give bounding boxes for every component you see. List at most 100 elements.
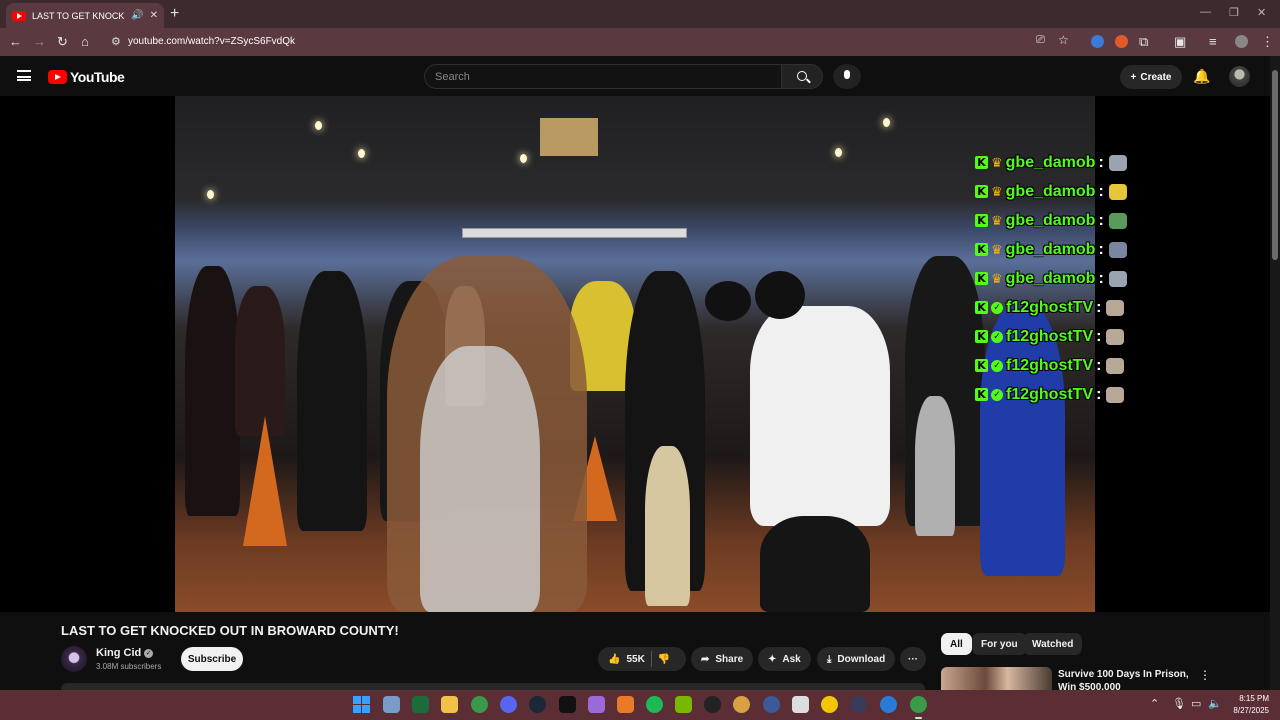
crown-badge-icon: ♛ xyxy=(991,183,1003,199)
excel-icon[interactable] xyxy=(412,696,429,713)
chat-emote-icon xyxy=(1108,212,1127,229)
youtube-favicon-icon xyxy=(12,10,26,21)
browser-tab[interactable]: LAST TO GET KNOCKED OUT IN BROWARD COUNT… xyxy=(6,3,164,28)
github-icon[interactable] xyxy=(704,696,721,713)
video-frame[interactable] xyxy=(175,96,1095,612)
new-tab-icon[interactable]: + xyxy=(170,5,179,23)
browser-alt-icon[interactable] xyxy=(733,696,750,713)
feather-app-icon[interactable] xyxy=(588,696,605,713)
extension-orange-icon[interactable] xyxy=(1115,35,1128,48)
ceiling-light xyxy=(835,148,842,157)
widgets-icon[interactable] xyxy=(383,696,400,713)
maximize-icon[interactable]: ❐ xyxy=(1229,6,1239,19)
chat-message: K ♛ gbe_damob: xyxy=(975,148,1155,177)
kick-badge-icon: K xyxy=(975,301,988,314)
volume-tray-icon[interactable]: 🔈 xyxy=(1208,697,1222,710)
more-actions-button[interactable]: ··· xyxy=(900,647,926,671)
chrome-icon[interactable] xyxy=(471,696,488,713)
chip-for-you[interactable]: For you xyxy=(972,633,1027,655)
search-input[interactable]: Search xyxy=(424,64,782,89)
voice-search-mic-icon[interactable] xyxy=(833,64,861,89)
cast-icon[interactable]: ⎚ xyxy=(1036,34,1045,47)
ask-button[interactable]: ✦ Ask xyxy=(758,647,811,671)
site-info-icon[interactable]: ⚙ xyxy=(111,35,121,48)
account-avatar[interactable] xyxy=(1229,66,1250,87)
chat-separator: : xyxy=(1096,356,1102,374)
reload-icon[interactable]: ↻ xyxy=(57,34,68,50)
taskbar-clock[interactable]: 8:15 PM 8/27/2025 xyxy=(1225,693,1269,717)
chip-watched[interactable]: Watched xyxy=(1023,633,1083,655)
share-button[interactable]: ➦ Share xyxy=(691,647,754,671)
sparkle-icon: ✦ xyxy=(768,653,777,665)
chrome-active-icon[interactable] xyxy=(910,696,927,719)
file-explorer-icon[interactable] xyxy=(441,696,458,713)
microphone-tray-icon[interactable]: 🎙 xyxy=(1172,697,1186,710)
spotify-icon[interactable] xyxy=(646,696,663,713)
profile-avatar-icon[interactable] xyxy=(1235,35,1248,48)
boxing-glove xyxy=(755,271,805,319)
channel-name[interactable]: King Cid ✓ xyxy=(96,647,154,659)
hamburger-menu-icon[interactable] xyxy=(17,70,31,81)
minimize-icon[interactable]: — xyxy=(1200,6,1211,18)
arc-app-icon[interactable] xyxy=(617,696,634,713)
download-button[interactable]: ⤓ Download xyxy=(817,647,896,671)
steam-icon[interactable] xyxy=(529,696,546,713)
windows-start-icon[interactable] xyxy=(353,696,370,713)
vpn-icon[interactable] xyxy=(763,696,780,713)
chat-message: K ♛ gbe_damob: xyxy=(975,177,1155,206)
chip-all[interactable]: All xyxy=(941,633,972,655)
more-vertical-icon[interactable]: ⋮ xyxy=(1199,668,1211,682)
reading-list-icon[interactable]: ≡ xyxy=(1209,34,1217,49)
kick-badge-icon: K xyxy=(975,185,988,198)
crown-badge-icon: ♛ xyxy=(991,154,1003,170)
like-count[interactable]: 55K xyxy=(626,654,644,665)
home-icon[interactable]: ⌂ xyxy=(81,34,89,49)
crown-badge-icon: ♛ xyxy=(991,241,1003,257)
recommended-title[interactable]: Survive 100 Days In Prison, Win $500,000 xyxy=(1058,668,1198,690)
page-scrollbar[interactable] xyxy=(1270,56,1280,690)
store-app-icon[interactable] xyxy=(880,696,897,713)
terminal-icon[interactable] xyxy=(559,696,576,713)
browser-menu-icon[interactable]: ⋮ xyxy=(1261,34,1274,50)
notifications-bell-icon[interactable]: 🔔 xyxy=(1193,68,1210,85)
nvidia-icon[interactable] xyxy=(675,696,692,713)
subscribe-button[interactable]: Subscribe xyxy=(181,647,243,671)
like-dislike-group: 👍 55K 👎 xyxy=(598,647,686,671)
share-arrow-icon: ➦ xyxy=(701,653,710,665)
traffic-cone xyxy=(243,416,287,546)
crowd-person xyxy=(645,446,690,606)
recommended-thumbnail[interactable] xyxy=(941,667,1052,691)
forward-icon[interactable]: → xyxy=(33,34,46,49)
extension-blue-icon[interactable] xyxy=(1091,35,1104,48)
tray-chevron-icon[interactable]: ⌃ xyxy=(1150,697,1159,710)
thumbs-down-icon[interactable]: 👎 xyxy=(658,654,670,665)
speaker-icon[interactable]: 🔊 xyxy=(131,10,143,21)
channel-avatar[interactable] xyxy=(61,646,87,672)
discord-icon[interactable] xyxy=(500,696,517,713)
side-panel-icon[interactable]: ▣ xyxy=(1174,34,1186,50)
address-bar[interactable]: ⚙ youtube.com/watch?v=ZSycS6FvdQk ⎚ ☆ xyxy=(104,31,1084,53)
chat-username: gbe_damob xyxy=(1005,211,1096,229)
back-icon[interactable]: ← xyxy=(9,34,22,49)
boxing-glove xyxy=(705,281,751,321)
bookmark-star-icon[interactable]: ☆ xyxy=(1058,33,1069,47)
channel-name-text[interactable]: King Cid xyxy=(96,647,141,659)
video-title: LAST TO GET KNOCKED OUT IN BROWARD COUNT… xyxy=(61,623,399,638)
media-app-icon[interactable] xyxy=(850,696,867,713)
close-window-icon[interactable]: ✕ xyxy=(1257,6,1266,19)
network-tray-icon[interactable]: ▭ xyxy=(1191,697,1201,710)
emoji-app-icon[interactable] xyxy=(821,696,838,713)
scrollbar-thumb[interactable] xyxy=(1272,70,1278,260)
create-button[interactable]: + Create xyxy=(1120,65,1182,89)
youtube-logo[interactable]: YouTube xyxy=(48,69,125,85)
search-icon xyxy=(797,71,807,81)
chat-message: K ♛ gbe_damob: xyxy=(975,235,1155,264)
notes-app-icon[interactable] xyxy=(792,696,809,713)
share-label: Share xyxy=(715,653,744,665)
verified-badge-icon: ✓ xyxy=(991,301,1003,314)
close-tab-icon[interactable]: ✕ xyxy=(150,10,158,21)
extensions-puzzle-icon[interactable]: ⧉ xyxy=(1139,34,1148,50)
search-button[interactable] xyxy=(781,64,823,89)
video-player[interactable]: K ♛ gbe_damob: K ♛ gbe_damob: K ♛ gbe_damob: K ♛ gb… xyxy=(0,96,1270,612)
thumbs-up-icon[interactable]: 👍 xyxy=(608,654,620,665)
